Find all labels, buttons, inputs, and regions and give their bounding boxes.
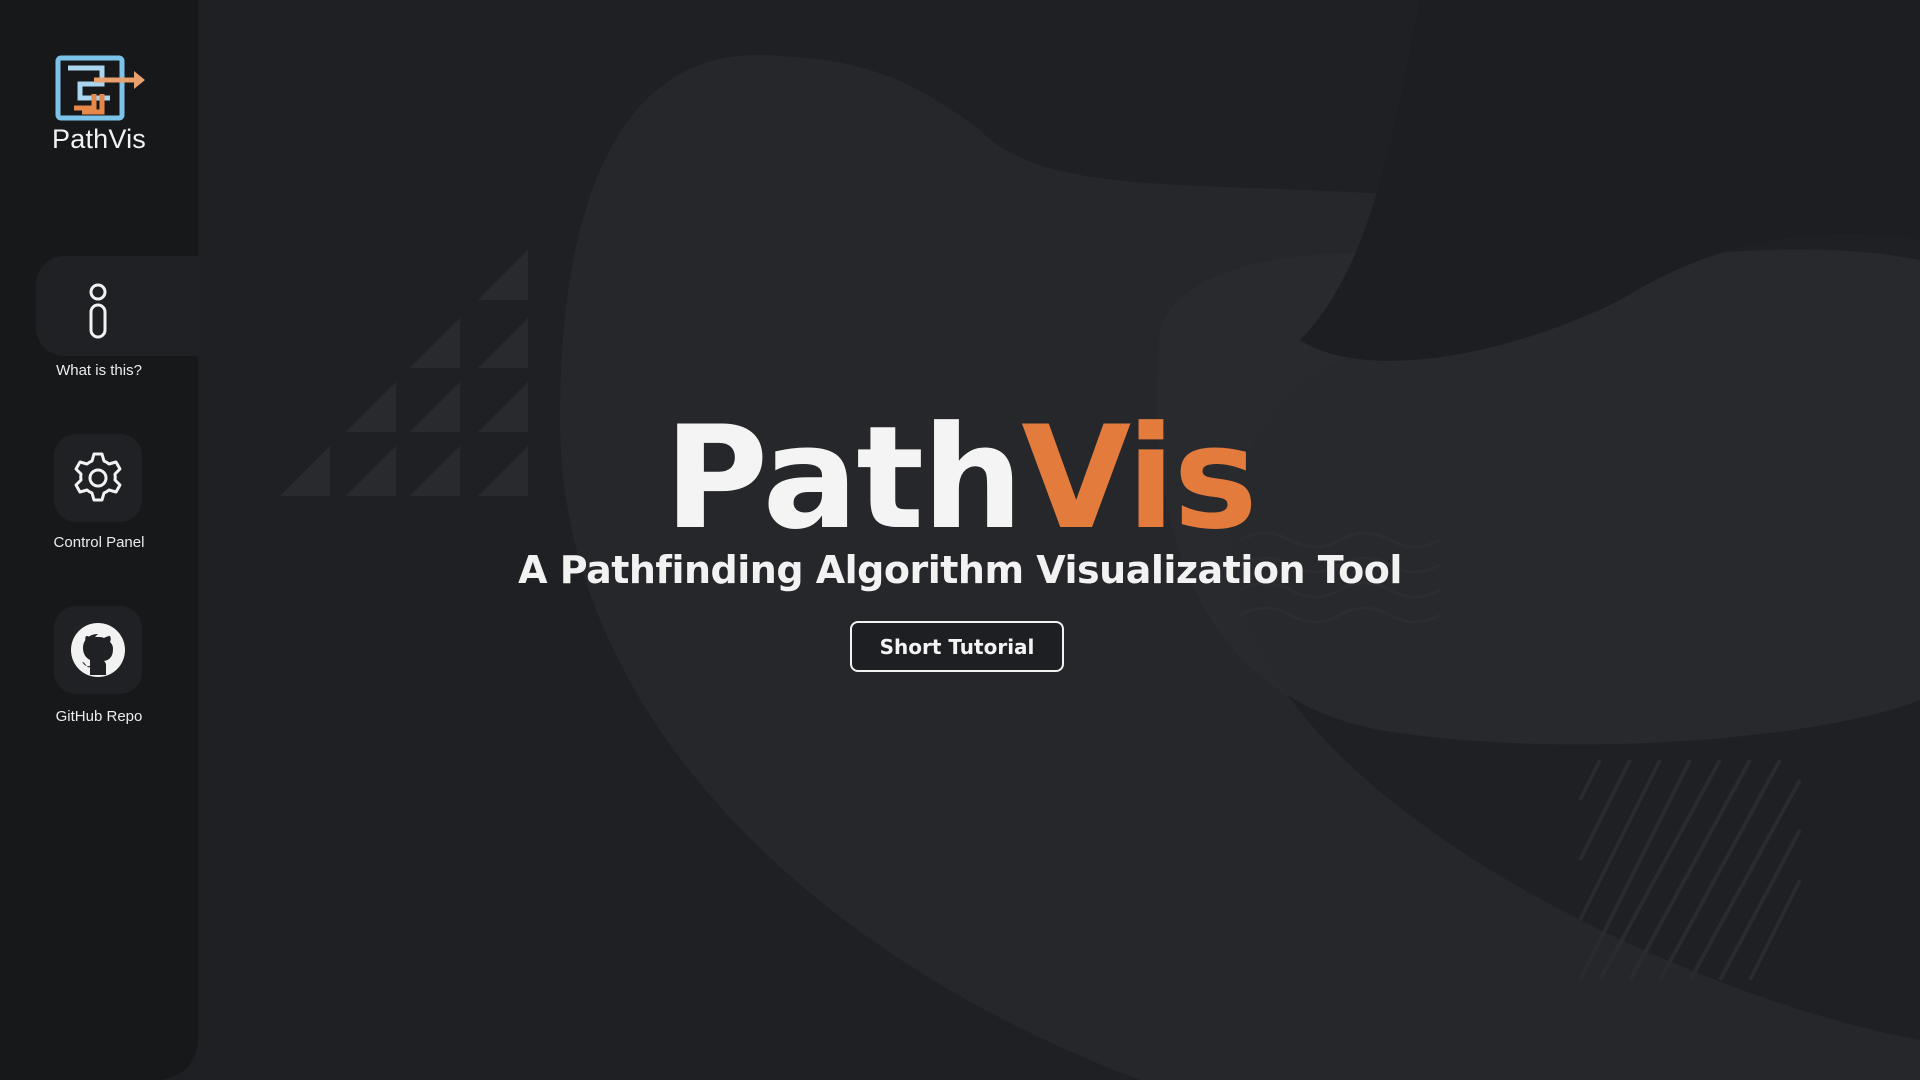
info-icon	[54, 268, 142, 356]
logo-block[interactable]: PathVis	[0, 0, 198, 256]
nav-label: What is this?	[56, 362, 142, 379]
hero-title-vis: Vis	[1021, 396, 1258, 561]
logo-text: PathVis	[52, 124, 146, 154]
hero-title-path: Path	[664, 396, 1023, 561]
short-tutorial-button[interactable]: Short Tutorial	[850, 621, 1064, 672]
hero-title: PathVis	[0, 404, 1920, 554]
app-page: PathVis What is this? Control Panel GitH…	[0, 0, 1920, 1080]
hero-subtitle: A Pathfinding Algorithm Visualization To…	[518, 548, 1402, 592]
nav-item-what-is-this[interactable]: What is this?	[0, 268, 198, 388]
nav-label: GitHub Repo	[55, 708, 143, 725]
nav-item-github-repo[interactable]: GitHub Repo	[0, 606, 198, 736]
github-icon	[54, 606, 142, 694]
maze-logo-icon	[55, 55, 145, 121]
